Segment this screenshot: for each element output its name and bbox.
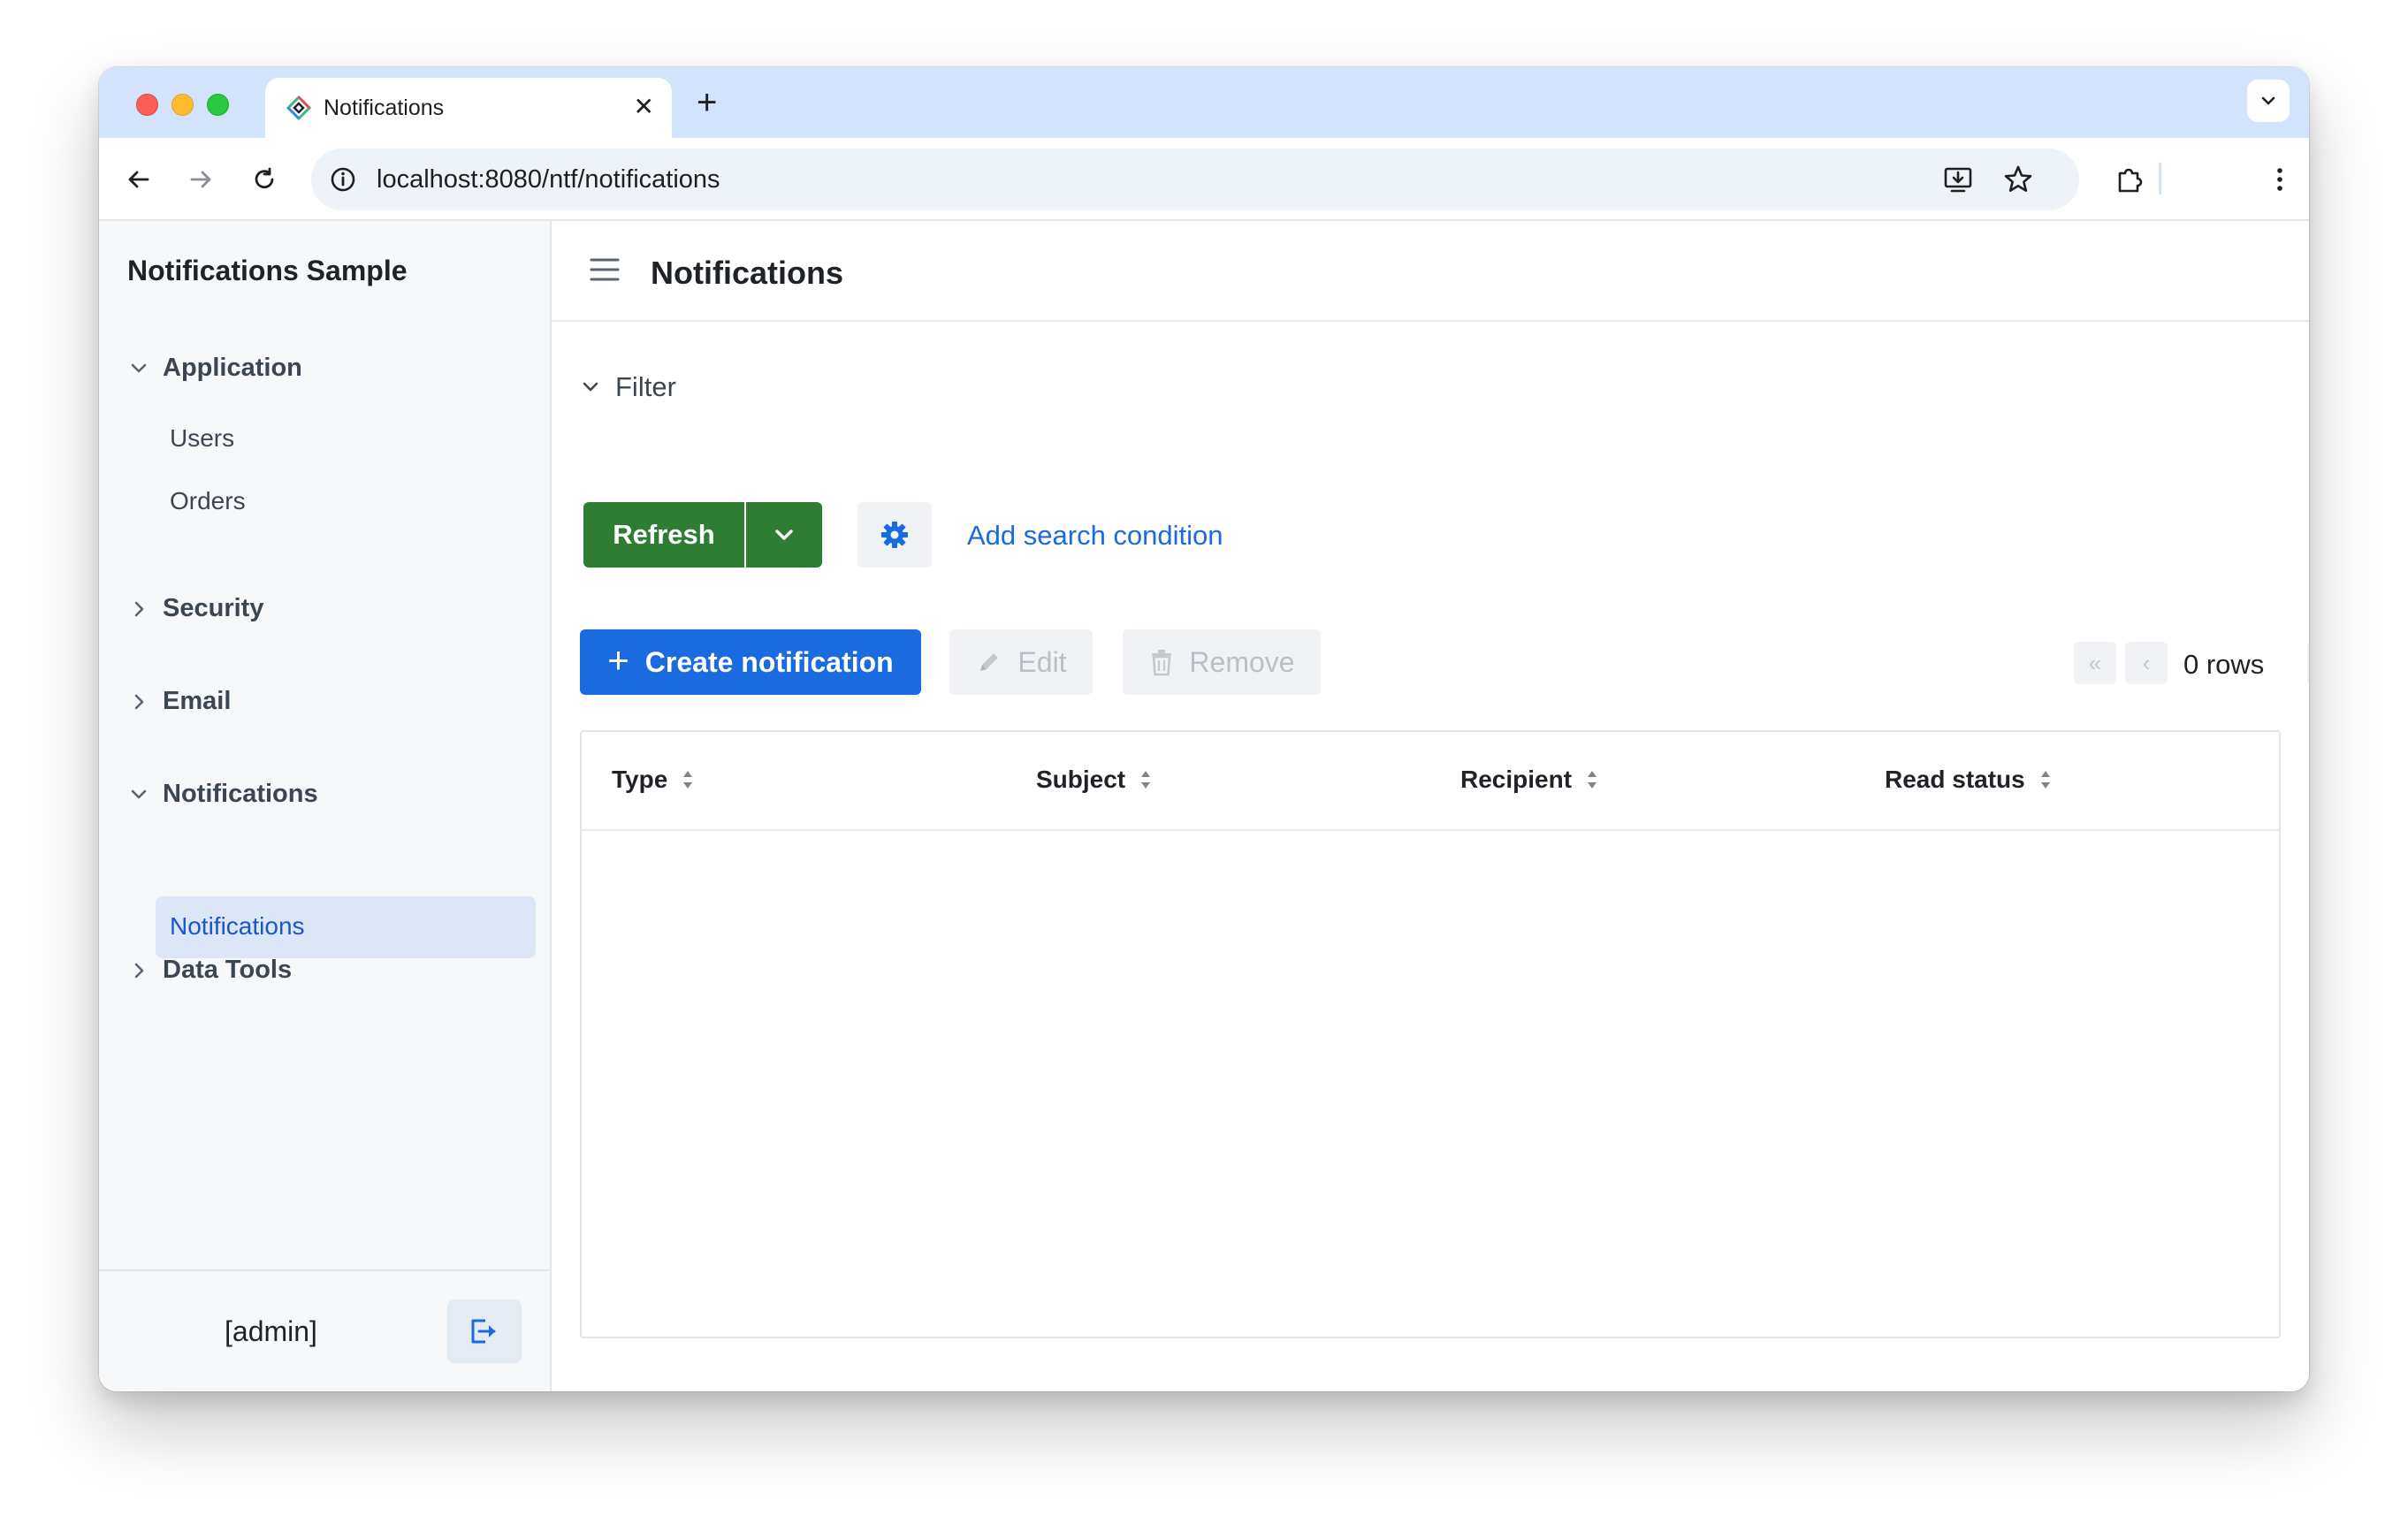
column-header-recipient[interactable]: Recipient	[1460, 766, 1598, 794]
window-zoom-button[interactable]	[207, 94, 229, 116]
gear-icon	[881, 522, 908, 548]
chevron-right-icon	[134, 601, 144, 616]
logout-icon	[471, 1319, 496, 1344]
install-icon[interactable]	[1941, 163, 1975, 196]
plus-icon: +	[607, 639, 629, 681]
sort-icon	[2040, 771, 2050, 789]
column-title: Subject	[1036, 766, 1126, 793]
star-icon[interactable]	[2001, 163, 2035, 196]
window-close-button[interactable]	[136, 94, 158, 116]
browser-toolbar: localhost:8080/ntf/notifications	[99, 138, 2309, 221]
refresh-button[interactable]: Refresh	[583, 502, 744, 568]
info-icon[interactable]	[327, 164, 359, 195]
url-text: localhost:8080/ntf/notifications	[377, 165, 720, 194]
logout-button[interactable]	[447, 1299, 522, 1363]
forward-arrow-icon	[190, 171, 211, 188]
filter-toggle[interactable]: Filter	[578, 371, 676, 403]
edit-button[interactable]: Edit	[949, 629, 1093, 695]
new-tab-button[interactable]: +	[697, 85, 717, 120]
nav-group-email[interactable]: Email	[126, 687, 231, 716]
nav-group-security[interactable]: Security	[126, 594, 263, 623]
column-header-type[interactable]: Type	[612, 766, 694, 794]
app-title: Notifications Sample	[127, 255, 408, 286]
add-search-condition-link[interactable]: Add search condition	[967, 520, 1223, 552]
sidebar-item-orders[interactable]: Orders	[170, 487, 246, 515]
nav-group-label: Notifications	[163, 780, 318, 808]
chevron-right-icon	[134, 963, 144, 978]
jmix-favicon	[286, 95, 311, 120]
window-minimize-button[interactable]	[171, 94, 194, 116]
nav-group-label: Data Tools	[163, 956, 293, 984]
next-page-button[interactable]: ›	[2307, 642, 2309, 684]
chevron-down-icon	[131, 363, 147, 372]
address-bar[interactable]: localhost:8080/ntf/notifications	[311, 149, 2079, 210]
column-title: Type	[612, 766, 668, 793]
previous-page-button[interactable]: ‹	[2125, 642, 2168, 684]
browser-window: Notifications ✕ + localhost:8080/ntf/not…	[99, 67, 2309, 1391]
tab-close-icon[interactable]: ✕	[634, 94, 654, 120]
pencil-icon	[980, 653, 999, 671]
tab-search-button[interactable]	[2247, 80, 2290, 122]
back-arrow-icon	[128, 171, 149, 188]
column-header-read-status[interactable]: Read status	[1885, 766, 2052, 794]
chevron-down-icon	[2261, 96, 2275, 105]
browser-tab[interactable]: Notifications ✕	[265, 78, 672, 138]
toolbar-divider	[2159, 163, 2161, 194]
tab-strip: Notifications ✕ +	[99, 67, 2309, 138]
refresh-dropdown-button[interactable]	[746, 502, 822, 568]
sidebar: Notifications Sample Application Users O…	[99, 221, 552, 1391]
kebab-menu-icon	[2277, 168, 2282, 191]
forward-button[interactable]	[180, 159, 221, 200]
create-button-label: Create notification	[644, 645, 894, 678]
table-body	[582, 833, 2279, 1337]
column-header-subject[interactable]: Subject	[1036, 766, 1152, 794]
current-user-label: [admin]	[225, 1315, 317, 1347]
extensions-button[interactable]	[2109, 159, 2150, 200]
nav-group-data-tools[interactable]: Data Tools	[126, 956, 292, 985]
tab-title: Notifications	[324, 95, 445, 120]
trash-icon	[1152, 650, 1172, 676]
nav-group-label: Email	[163, 687, 232, 715]
back-button[interactable]	[118, 159, 159, 200]
chevron-right-icon	[134, 694, 144, 709]
sidebar-item-label: Notifications	[170, 912, 305, 940]
browser-menu-button[interactable]	[2259, 159, 2300, 200]
sidebar-item-notifications[interactable]: Notifications	[156, 896, 536, 958]
rows-count-label: 0 rows	[2183, 649, 2265, 680]
sidebar-item-users[interactable]: Users	[170, 424, 234, 453]
sidebar-footer: [admin]	[99, 1269, 550, 1391]
table-header: Type Subject Recipient Read status	[582, 732, 2279, 831]
nav-group-label: Application	[163, 354, 302, 382]
nav-group-notifications[interactable]: Notifications	[126, 780, 318, 809]
reload-button[interactable]	[244, 159, 285, 200]
column-title: Read status	[1885, 766, 2025, 793]
create-notification-button[interactable]: + Create notification	[580, 629, 921, 695]
chevron-down-icon	[775, 530, 793, 540]
reload-icon	[255, 167, 274, 189]
nav-group-label: Security	[163, 594, 264, 622]
extensions-icon	[2118, 168, 2143, 193]
hamburger-icon[interactable]	[589, 256, 621, 283]
edit-button-label: Edit	[1017, 645, 1067, 678]
sort-icon	[683, 771, 693, 789]
notifications-table: Type Subject Recipient Read status	[580, 730, 2281, 1338]
main-header: Notifications	[552, 221, 2309, 322]
remove-button[interactable]: Remove	[1123, 629, 1321, 695]
sort-icon	[1588, 771, 1597, 789]
filter-settings-button[interactable]	[857, 502, 932, 568]
chevron-down-icon	[131, 789, 147, 798]
chevron-down-icon	[583, 382, 598, 392]
sort-icon	[1141, 771, 1151, 789]
nav-group-application[interactable]: Application	[126, 354, 302, 383]
filter-label: Filter	[615, 371, 676, 402]
main-content: Notifications Filter Refresh Add search …	[552, 221, 2309, 1391]
page-title: Notifications	[651, 255, 844, 291]
first-page-button[interactable]: «	[2074, 642, 2116, 684]
remove-button-label: Remove	[1189, 645, 1295, 678]
column-title: Recipient	[1460, 766, 1573, 793]
